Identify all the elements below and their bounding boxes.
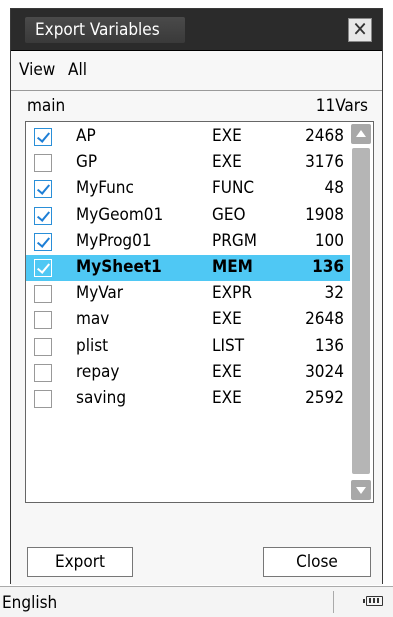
- variable-checkbox[interactable]: [34, 337, 52, 356]
- variable-size: 136: [312, 257, 344, 277]
- variable-checkbox[interactable]: [34, 259, 52, 277]
- variable-name: mav: [76, 309, 110, 330]
- variable-type: EXE: [212, 152, 242, 173]
- variable-checkbox[interactable]: [34, 390, 52, 408]
- variable-type: EXE: [212, 309, 242, 330]
- variable-type: GEO: [212, 204, 246, 225]
- close-button[interactable]: Close: [263, 547, 371, 577]
- variable-row[interactable]: MyVar EXPR 32: [26, 281, 350, 307]
- variables-panel: main 11Vars AP EXE 2468 GP EXE 3176 MyFunc FUNC…: [11, 91, 382, 585]
- variable-type: EXE: [212, 126, 242, 146]
- close-icon[interactable]: ✕: [348, 18, 372, 42]
- variable-type: EXPR: [212, 283, 252, 304]
- scroll-down-icon[interactable]: [351, 480, 371, 500]
- variable-row[interactable]: MyGeom01 GEO 1908: [26, 203, 350, 229]
- variable-checkbox[interactable]: [34, 232, 52, 251]
- variable-size: 3024: [305, 361, 344, 382]
- export-button[interactable]: Export: [27, 547, 133, 577]
- menu-view[interactable]: View: [19, 60, 55, 80]
- variable-size: 48: [324, 178, 344, 199]
- menu-all[interactable]: All: [68, 60, 87, 80]
- variable-type: FUNC: [212, 178, 255, 199]
- variable-size: 2648: [305, 309, 344, 330]
- variable-type: PRGM: [212, 230, 257, 251]
- variable-row[interactable]: MyFunc FUNC 48: [26, 176, 350, 202]
- variable-type: EXE: [212, 361, 242, 382]
- variable-checkbox[interactable]: [34, 128, 52, 146]
- variable-row[interactable]: AP EXE 2468: [26, 124, 350, 150]
- variable-row[interactable]: MyProg01 PRGM 100: [26, 229, 350, 255]
- variable-name: MyFunc: [76, 178, 134, 199]
- variable-name: MyGeom01: [76, 204, 164, 225]
- variable-type: MEM: [212, 257, 253, 277]
- export-variables-dialog: Export Variables ✕ View All main 11Vars …: [10, 8, 383, 585]
- menu-bar: View All: [11, 51, 382, 91]
- variable-size: 3176: [305, 152, 344, 173]
- variable-name: saving: [76, 388, 127, 408]
- variable-count: 11Vars: [315, 96, 368, 116]
- variable-name: repay: [76, 361, 120, 382]
- variable-list[interactable]: AP EXE 2468 GP EXE 3176 MyFunc FUNC 48 MyGeom01 GE…: [25, 121, 374, 503]
- list-header: main 11Vars: [11, 91, 382, 121]
- variable-name: MySheet1: [76, 257, 162, 277]
- scrollbar[interactable]: [351, 124, 371, 500]
- variable-row[interactable]: repay EXE 3024: [26, 360, 350, 386]
- variable-name: GP: [76, 152, 98, 173]
- scroll-thumb[interactable]: [352, 148, 370, 474]
- battery-icon: [363, 596, 383, 606]
- dialog-title: Export Variables: [25, 17, 185, 43]
- language-indicator[interactable]: English: [2, 593, 57, 613]
- variable-size: 2592: [305, 388, 344, 408]
- variable-row[interactable]: saving EXE 2592: [26, 386, 350, 412]
- device-screen: Export Variables ✕ View All main 11Vars …: [0, 0, 393, 617]
- variable-name: plist: [76, 335, 109, 356]
- variable-checkbox[interactable]: [34, 206, 52, 225]
- variable-size: 136: [314, 335, 344, 356]
- variable-row[interactable]: GP EXE 3176: [26, 150, 350, 176]
- variable-name: MyVar: [76, 283, 124, 304]
- status-bar: English: [0, 586, 393, 617]
- variable-checkbox[interactable]: [34, 285, 52, 304]
- status-divider: [333, 591, 334, 613]
- variable-row[interactable]: mav EXE 2648: [26, 307, 350, 333]
- variable-checkbox[interactable]: [34, 180, 52, 199]
- variable-name: MyProg01: [76, 230, 152, 251]
- variable-size: 32: [324, 283, 344, 304]
- variable-size: 100: [314, 230, 344, 251]
- title-bar: Export Variables ✕: [11, 9, 382, 51]
- variable-type: LIST: [212, 335, 245, 356]
- variable-size: 1908: [305, 204, 344, 225]
- variable-type: EXE: [212, 388, 242, 408]
- variable-size: 2468: [305, 126, 344, 146]
- folder-name: main: [27, 96, 66, 116]
- variable-row[interactable]: MySheet1 MEM 136: [26, 255, 350, 281]
- variable-name: AP: [76, 126, 96, 146]
- variable-row[interactable]: plist LIST 136: [26, 334, 350, 360]
- variable-checkbox[interactable]: [34, 363, 52, 382]
- variable-checkbox[interactable]: [34, 154, 52, 173]
- scroll-up-icon[interactable]: [351, 124, 371, 144]
- variable-checkbox[interactable]: [34, 311, 52, 330]
